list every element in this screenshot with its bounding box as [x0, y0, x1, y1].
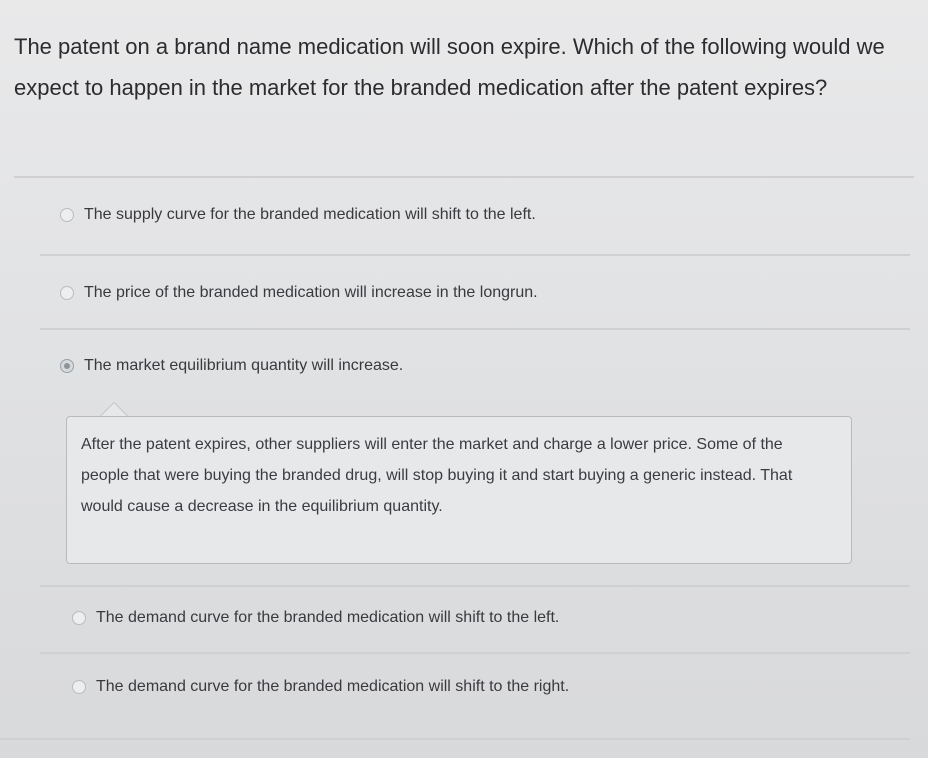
- feedback-box: After the patent expires, other supplier…: [66, 416, 852, 564]
- option-label: The market equilibrium quantity will inc…: [84, 357, 404, 374]
- radio-button[interactable]: [60, 208, 74, 222]
- feedback-text: After the patent expires, other supplier…: [81, 436, 793, 515]
- answer-option-3[interactable]: The market equilibrium quantity will inc…: [60, 357, 403, 375]
- divider: [14, 176, 914, 178]
- divider: [0, 738, 910, 740]
- divider: [40, 254, 910, 256]
- divider: [40, 585, 910, 587]
- radio-button-selected[interactable]: [60, 359, 74, 373]
- feedback-pointer: [100, 402, 128, 416]
- option-label: The price of the branded medication will…: [84, 284, 538, 301]
- option-label: The supply curve for the branded medicat…: [84, 206, 536, 223]
- radio-button[interactable]: [60, 286, 74, 300]
- answer-option-4[interactable]: The demand curve for the branded medicat…: [72, 609, 559, 627]
- option-label: The demand curve for the branded medicat…: [96, 678, 570, 695]
- question-text: The patent on a brand name medication wi…: [14, 34, 885, 100]
- option-label: The demand curve for the branded medicat…: [96, 609, 560, 626]
- answer-option-1[interactable]: The supply curve for the branded medicat…: [60, 206, 536, 224]
- divider: [40, 652, 910, 654]
- answer-option-2[interactable]: The price of the branded medication will…: [60, 284, 538, 302]
- answer-option-5[interactable]: The demand curve for the branded medicat…: [72, 678, 569, 696]
- divider: [40, 328, 910, 330]
- radio-button[interactable]: [72, 611, 86, 625]
- radio-button[interactable]: [72, 680, 86, 694]
